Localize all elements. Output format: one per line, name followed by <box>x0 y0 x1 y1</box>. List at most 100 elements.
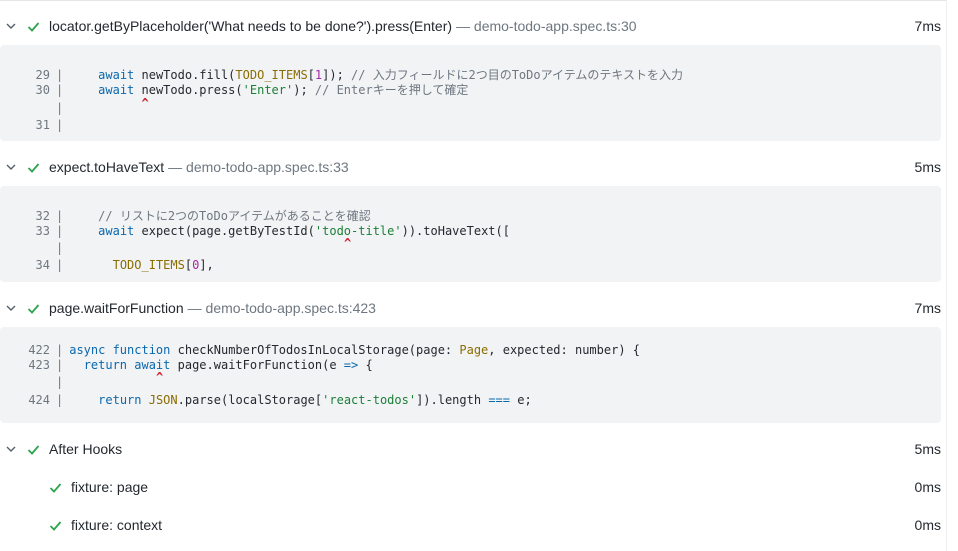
step-duration: 7ms <box>914 18 941 34</box>
code-token: 'todo-title' <box>314 224 402 238</box>
code-line: 34 | TODO_ITEMS[0], <box>0 258 214 273</box>
top-divider <box>0 0 946 1</box>
code-token: ]); <box>322 68 352 82</box>
line-gutter: | <box>56 258 64 272</box>
code-token: [ <box>307 68 315 82</box>
code-token: ); <box>293 83 315 97</box>
step-title: page.waitForFunction — demo-todo-app.spe… <box>49 289 376 327</box>
code-line: | <box>0 241 69 256</box>
code-snippet: 422 | async function checkNumberOfTodosInL… <box>0 327 941 423</box>
code-text: async function checkNumberOfTodosInLocal… <box>69 343 640 357</box>
step-location[interactable]: — demo-todo-app.spec.ts:30 <box>456 18 637 34</box>
line-number: 34 <box>35 258 50 272</box>
step-title: locator.getByPlaceholder('What needs to … <box>49 7 637 45</box>
line-number: 30 <box>35 83 50 97</box>
line-number: 32 <box>35 209 50 223</box>
code-token: // Enterキーを押して確定 <box>314 83 469 97</box>
code-token: async function <box>69 343 171 357</box>
line-gutter: | <box>56 224 64 238</box>
substep-row-fixture-page[interactable]: fixture: page 0ms <box>0 468 941 506</box>
check-icon <box>49 521 62 531</box>
chevron-down-icon[interactable] <box>5 161 17 173</box>
step-location[interactable]: — demo-todo-app.spec.ts:33 <box>168 159 349 175</box>
code-token: // リストに2つのToDoアイテムがあることを確認 <box>98 209 371 223</box>
code-token: checkNumberOfTodosInLocalStorage(page: <box>170 343 460 357</box>
code-snippet: 29 | await newTodo.fill(TODO_ITEMS[1]); /… <box>0 45 941 141</box>
code-token: )).toHaveText([ <box>401 224 510 238</box>
step-duration: 7ms <box>914 300 941 316</box>
code-token: e; <box>510 393 532 407</box>
step-location[interactable]: — demo-todo-app.spec.ts:423 <box>188 300 376 316</box>
error-caret: ^ <box>141 96 149 110</box>
error-caret: ^ <box>343 236 352 250</box>
code-token: await <box>98 83 135 97</box>
line-number: 29 <box>35 68 50 82</box>
code-token: TODO_ITEMS <box>112 258 185 272</box>
line-gutter: | <box>56 101 64 115</box>
code-token: [ <box>184 258 193 272</box>
step-title: expect.toHaveText — demo-todo-app.spec.t… <box>49 148 349 186</box>
code-text: await expect(page.getByTestId('todo-titl… <box>69 224 510 238</box>
check-icon <box>27 22 40 32</box>
code-token: JSON <box>148 393 178 407</box>
line-number: 422 <box>28 343 50 357</box>
line-gutter: | <box>56 343 64 357</box>
code-text: return JSON.parse(localStorage['react-to… <box>69 393 532 407</box>
code-text: return await page.waitForFunction(e => { <box>69 358 373 372</box>
code-token: 'react-todos' <box>322 393 417 407</box>
code-snippet: 32 | // リストに2つのToDoアイテムがあることを確認 33 | await … <box>0 186 941 282</box>
chevron-down-icon[interactable] <box>5 443 17 455</box>
code-token: TODO_ITEMS <box>235 68 308 82</box>
step-row-after-hooks[interactable]: After Hooks 5ms <box>0 430 941 468</box>
code-token: .parse(localStorage[ <box>177 393 323 407</box>
code-token: await <box>98 68 135 82</box>
code-token: // 入力フィールドに2つ目のToDoアイテムのテキストを入力 <box>351 68 684 82</box>
code-text: await newTodo.fill(TODO_ITEMS[1]); // 入力… <box>69 68 683 82</box>
substep-duration: 0ms <box>914 517 941 533</box>
code-line: 29 | await newTodo.fill(TODO_ITEMS[1]); /… <box>0 68 684 83</box>
step-row-press-enter[interactable]: locator.getByPlaceholder('What needs to … <box>0 7 941 45</box>
code-token: { <box>358 358 373 372</box>
step-title-text: page.waitForFunction <box>49 300 184 316</box>
check-icon <box>27 304 40 314</box>
substep-row-fixture-context[interactable]: fixture: context 0ms <box>0 506 941 544</box>
substep-title: fixture: context <box>71 517 163 533</box>
code-token: => <box>343 358 359 372</box>
error-caret: ^ <box>155 370 164 384</box>
step-title: After Hooks <box>49 430 122 468</box>
step-row-wait-for-function[interactable]: page.waitForFunction — demo-todo-app.spe… <box>0 289 941 327</box>
check-icon <box>49 483 62 493</box>
code-line: 423 | return await page.waitForFunction(e… <box>0 358 373 373</box>
line-number: 31 <box>35 118 50 132</box>
chevron-down-icon[interactable] <box>5 302 17 314</box>
code-text: // リストに2つのToDoアイテムがあることを確認 <box>69 209 371 223</box>
code-text: await newTodo.press('Enter'); // Enterキー… <box>69 83 468 97</box>
line-gutter: | <box>56 375 64 389</box>
step-row-to-have-text[interactable]: expect.toHaveText — demo-todo-app.spec.t… <box>0 148 941 186</box>
code-token: await <box>98 224 135 238</box>
check-icon <box>27 163 40 173</box>
code-token: 'Enter' <box>242 83 294 97</box>
step-title-text: After Hooks <box>49 441 123 457</box>
code-line: 31 | <box>0 118 69 133</box>
code-line: 424 | return JSON.parse(localStorage['rea… <box>0 393 532 408</box>
line-number: 424 <box>28 393 50 407</box>
code-line: | <box>0 375 69 390</box>
step-duration: 5ms <box>914 441 941 457</box>
code-token: === <box>488 393 510 407</box>
step-duration: 5ms <box>914 159 941 175</box>
step-title-text: expect.toHaveText <box>49 159 165 175</box>
line-gutter: | <box>56 83 64 97</box>
code-line: 30 | await newTodo.press('Enter'); // Ent… <box>0 83 469 98</box>
substep-title: fixture: page <box>71 479 149 495</box>
code-token: return <box>98 393 142 407</box>
chevron-down-icon[interactable] <box>5 20 17 32</box>
